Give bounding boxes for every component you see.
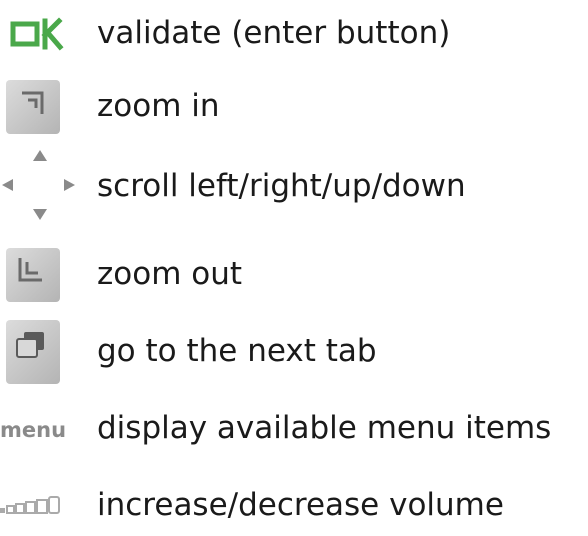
legend-label-next-tab: go to the next tab: [97, 333, 377, 369]
legend-item-zoom-in: zoom in: [0, 76, 588, 140]
legend-label-zoom-out: zoom out: [97, 256, 243, 292]
volume-icon: [0, 472, 88, 524]
legend-label-scroll: scroll left/right/up/down: [97, 168, 466, 204]
legend-label-validate: validate (enter button): [97, 15, 451, 51]
ok-icon: [0, 6, 88, 70]
legend-label-zoom-in: zoom in: [97, 88, 220, 124]
legend-item-menu: menu display available menu items: [0, 404, 588, 468]
legend-item-validate: validate (enter button): [0, 6, 588, 70]
menu-icon: menu: [0, 404, 88, 468]
legend-label-menu: display available menu items: [97, 410, 552, 446]
legend-item-zoom-out: zoom out: [0, 244, 588, 308]
menu-icon-text: menu: [0, 418, 66, 442]
zoom-in-icon: [0, 76, 88, 140]
legend-item-volume: increase/decrease volume: [0, 472, 588, 536]
scroll-arrows-icon: [0, 150, 88, 230]
legend-item-scroll: scroll left/right/up/down: [0, 150, 588, 220]
next-tab-icon: [0, 312, 88, 388]
zoom-out-icon: [0, 244, 88, 308]
icon-legend: validate (enter button) zoom in scroll l…: [0, 0, 588, 524]
legend-label-volume: increase/decrease volume: [97, 487, 504, 523]
legend-item-next-tab: go to the next tab: [0, 312, 588, 384]
